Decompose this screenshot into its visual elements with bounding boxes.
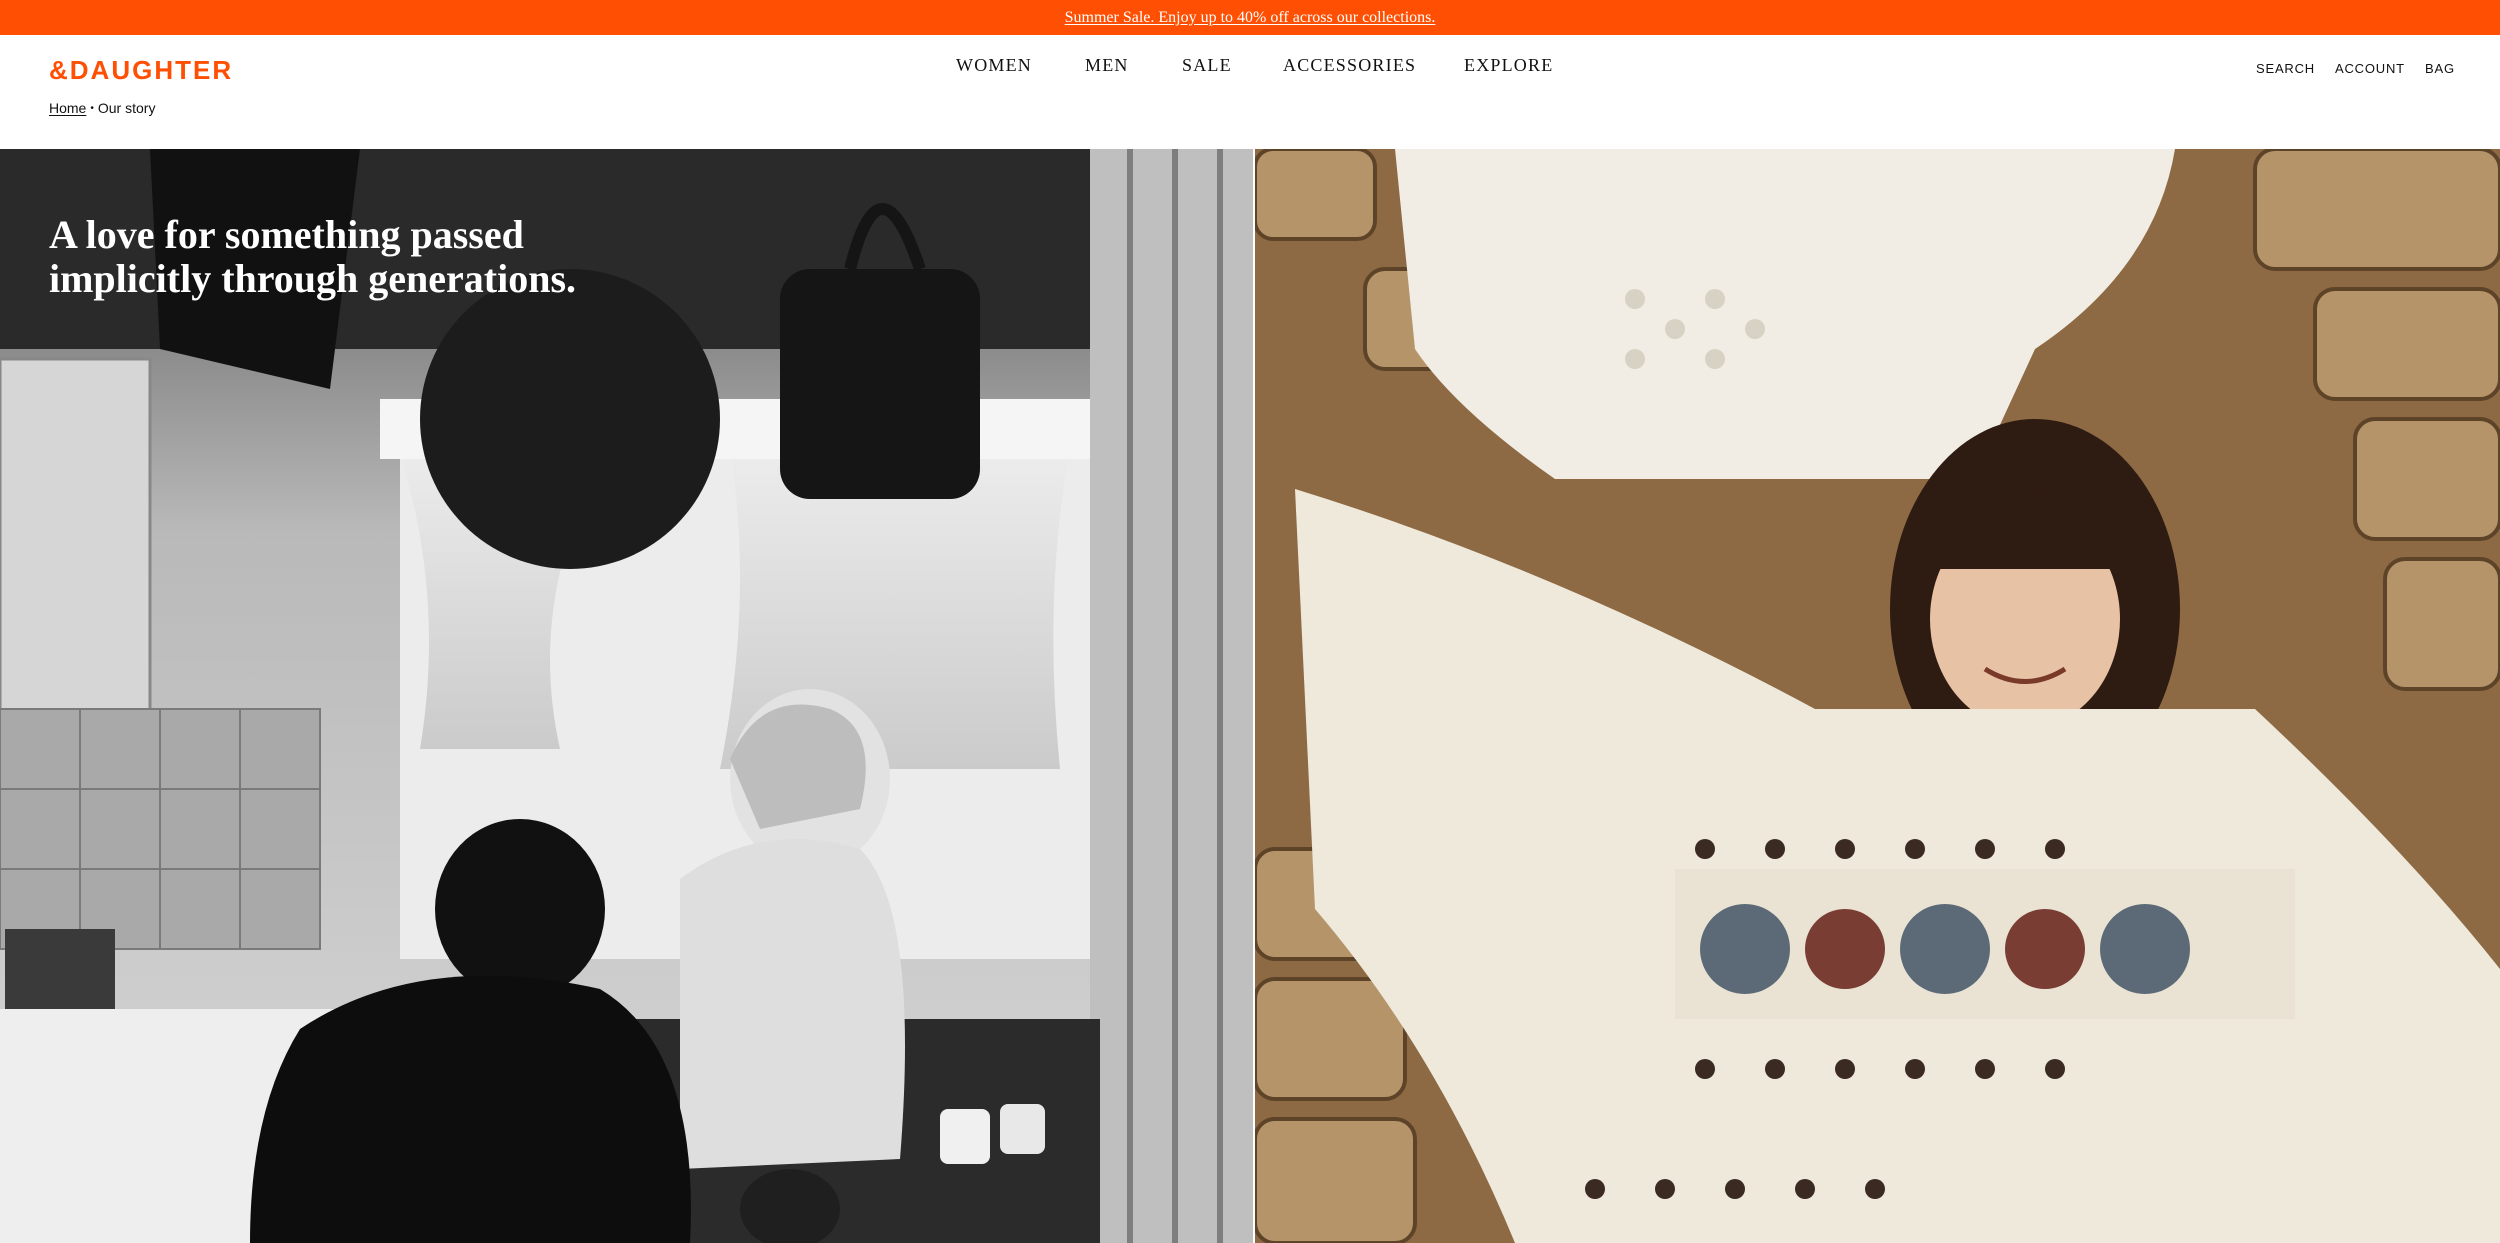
hero-heading: A love for something passed implicitly t… (49, 213, 749, 301)
search-link[interactable]: SEARCH (2256, 61, 2315, 76)
breadcrumb-home[interactable]: Home (49, 100, 86, 116)
nav-men[interactable]: MEN (1085, 55, 1129, 76)
sweater-illustration (1255, 149, 2500, 1243)
breadcrumb: Home • Our story (49, 100, 155, 116)
hero-section: A love for something passed implicitly t… (0, 149, 2500, 1243)
nav-women[interactable]: WOMEN (956, 55, 1032, 76)
breadcrumb-current: Our story (97, 100, 156, 116)
kitchen-illustration (0, 149, 1253, 1243)
hero-image-kitchen (0, 149, 1253, 1243)
hero-heading-line-2: implicitly through generations. (49, 256, 577, 301)
announcement-link[interactable]: Summer Sale. Enjoy up to 40% off across … (1065, 9, 1436, 27)
breadcrumb-separator: • (90, 102, 94, 114)
account-link[interactable]: ACCOUNT (2335, 61, 2405, 76)
bag-link[interactable]: BAG (2425, 61, 2455, 76)
announcement-bar: Summer Sale. Enjoy up to 40% off across … (0, 0, 2500, 35)
nav-sale[interactable]: SALE (1182, 55, 1232, 76)
nav-explore[interactable]: EXPLORE (1464, 55, 1553, 76)
nav-accessories[interactable]: ACCESSORIES (1283, 55, 1416, 76)
hero-heading-line-1: A love for something passed (49, 212, 524, 257)
main-nav: WOMEN MEN SALE ACCESSORIES EXPLORE (0, 55, 2500, 85)
hero-image-sweater (1255, 149, 2500, 1243)
site-header: &DAUGHTER WOMEN MEN SALE ACCESSORIES EXP… (0, 35, 2500, 149)
